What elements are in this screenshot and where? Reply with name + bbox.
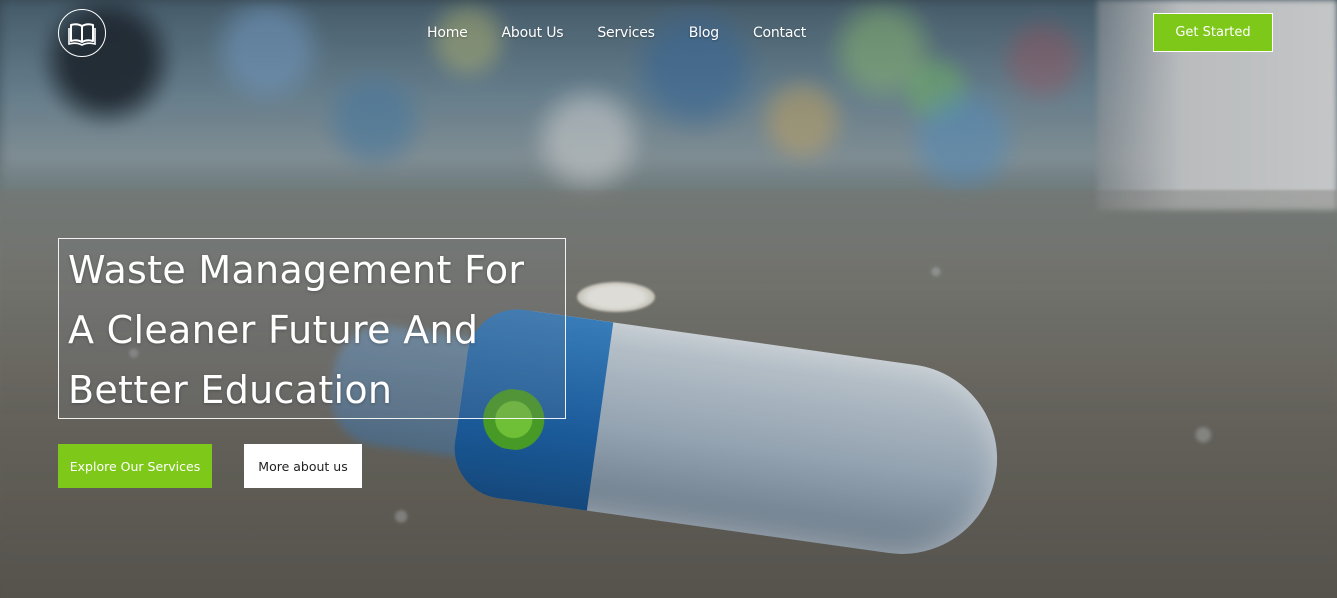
headline-line: A Cleaner Future And: [68, 308, 479, 352]
more-about-us-button[interactable]: More about us: [244, 444, 362, 488]
headline-line: Better Education: [68, 368, 393, 412]
headline-line: Waste Management For: [68, 248, 525, 292]
open-book-icon: [68, 23, 96, 46]
nav-about-us[interactable]: About Us: [485, 22, 581, 44]
nav-home[interactable]: Home: [410, 22, 485, 44]
explore-services-button[interactable]: Explore Our Services: [58, 444, 212, 488]
hero-headline: Waste Management For A Cleaner Future An…: [68, 240, 563, 420]
logo[interactable]: [58, 9, 106, 57]
main-nav: Home About Us Services Blog Contact: [410, 22, 823, 44]
nav-blog[interactable]: Blog: [672, 22, 736, 44]
nav-services[interactable]: Services: [580, 22, 671, 44]
nav-contact[interactable]: Contact: [736, 22, 823, 44]
get-started-button[interactable]: Get Started: [1153, 13, 1273, 52]
